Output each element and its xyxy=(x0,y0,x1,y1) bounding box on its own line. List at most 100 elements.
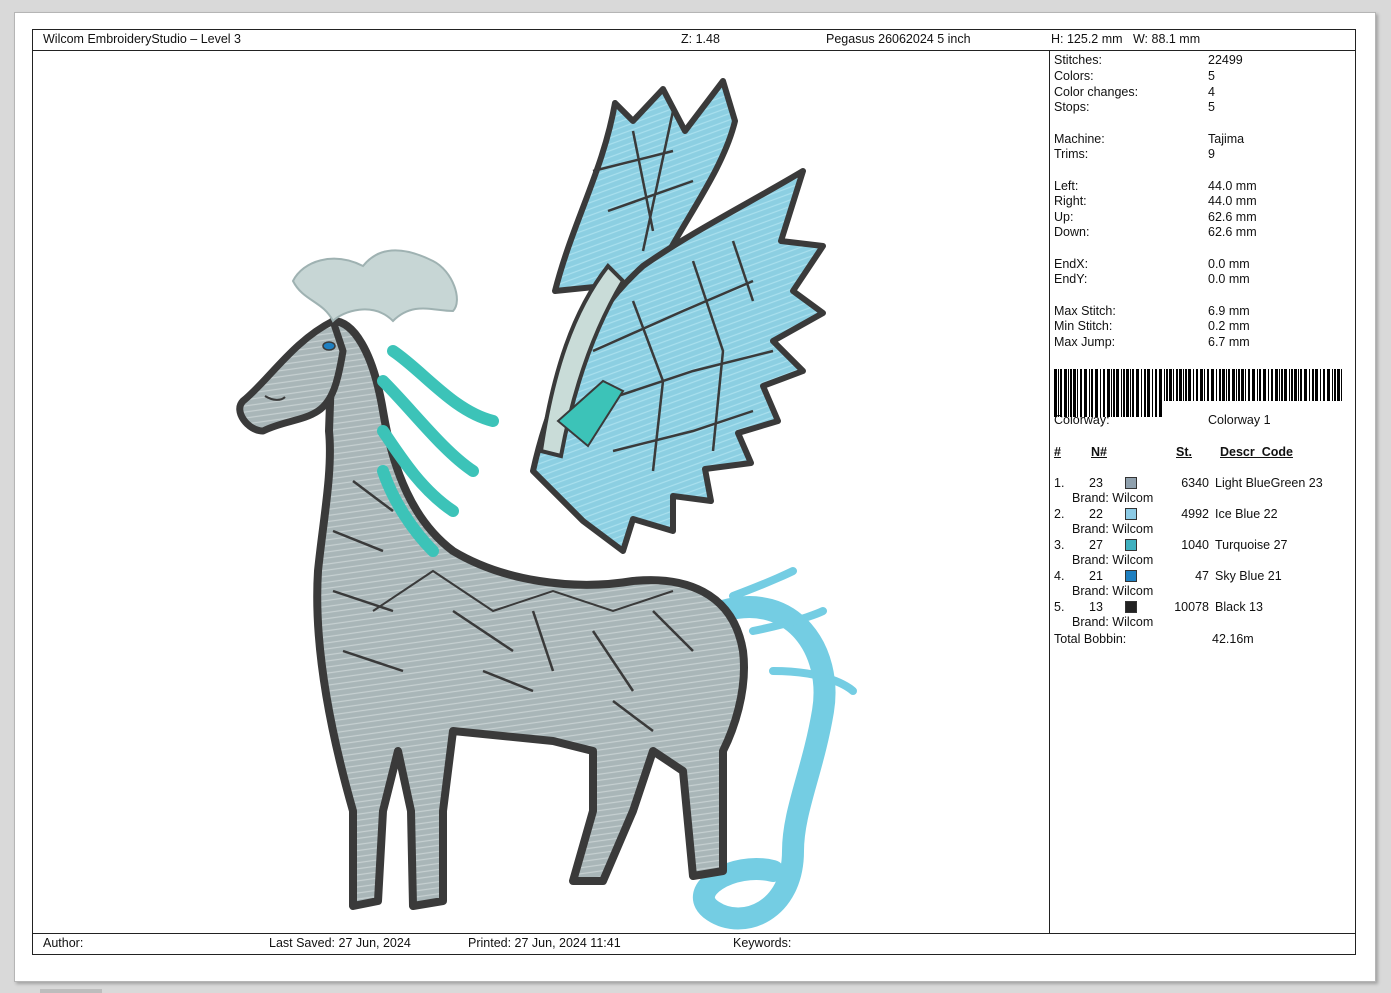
barcode-bar xyxy=(1068,369,1069,417)
endx-row: EndX: 0.0 mm xyxy=(1054,257,1250,271)
print-frame: Wilcom EmbroideryStudio – Level 3 Z: 1.4… xyxy=(32,29,1356,955)
color-description: Sky Blue 21 xyxy=(1215,569,1282,583)
barcode-bar xyxy=(1259,369,1261,401)
barcode-bar xyxy=(1248,369,1250,401)
color-stitch-count: 1040 xyxy=(1181,538,1209,552)
barcode-bar xyxy=(1159,369,1162,417)
last-saved: Last Saved: 27 Jun, 2024 xyxy=(269,936,411,950)
color-stitch-count: 6340 xyxy=(1181,476,1209,490)
barcode-bar xyxy=(1294,369,1297,401)
barcode-bar xyxy=(1132,369,1134,417)
col-header-stitches: St. xyxy=(1176,445,1192,459)
barcode-bar xyxy=(1054,369,1057,417)
barcode-bar xyxy=(1166,369,1168,401)
color-index: 5. xyxy=(1054,600,1065,614)
barcode-bar xyxy=(1164,369,1165,401)
barcode-bar xyxy=(1312,369,1314,401)
color-brand: Brand: Wilcom xyxy=(1072,522,1154,536)
author-label: Author: xyxy=(43,936,84,950)
color-brand: Brand: Wilcom xyxy=(1072,491,1154,505)
barcode-bar xyxy=(1232,369,1235,401)
down-row: Down: 62.6 mm xyxy=(1054,225,1257,239)
barcode-bar xyxy=(1121,369,1122,417)
barcode-bar xyxy=(1064,369,1067,417)
barcode-bar xyxy=(1144,369,1146,417)
barcode-bar xyxy=(1252,369,1255,401)
barcode-bar xyxy=(1216,369,1217,401)
barcode-bar xyxy=(1228,369,1230,401)
barcode-bar xyxy=(1284,369,1287,401)
color-brand-row: Brand: Wilcom xyxy=(1054,491,1349,506)
barcode-bar xyxy=(1073,369,1076,417)
barcode-bar xyxy=(1155,369,1157,417)
color-swatch xyxy=(1125,539,1137,551)
barcode-bar xyxy=(1103,369,1105,417)
barcode-bar xyxy=(1327,369,1330,401)
color-needle: 13 xyxy=(1089,600,1103,614)
keywords-label: Keywords: xyxy=(733,936,792,950)
barcode-bar xyxy=(1089,369,1090,417)
barcode-bar xyxy=(1207,369,1209,401)
barcode-bar xyxy=(1309,369,1310,401)
col-header-index: # xyxy=(1054,445,1061,459)
footer-bar: Author: Last Saved: 27 Jun, 2024 Printed… xyxy=(33,933,1355,954)
horizontal-scrollbar[interactable] xyxy=(40,989,102,993)
col-header-needle: N# xyxy=(1091,445,1107,459)
color-row: 4. 21 47 Sky Blue 21 xyxy=(1054,569,1349,584)
barcode-bar xyxy=(1271,369,1273,401)
barcode-bar xyxy=(1289,369,1290,401)
barcode-bar xyxy=(1281,369,1283,401)
color-description: Ice Blue 22 xyxy=(1215,507,1278,521)
barcode-bar xyxy=(1300,369,1302,401)
color-stitch-count: 10078 xyxy=(1174,600,1209,614)
barcode-bar xyxy=(1176,369,1178,401)
color-needle: 27 xyxy=(1089,538,1103,552)
barcode-bar xyxy=(1091,369,1093,417)
total-bobbin-row: Total Bobbin: 42.16m xyxy=(1054,632,1254,646)
barcode-bar xyxy=(1130,369,1131,417)
right-row: Right: 44.0 mm xyxy=(1054,194,1257,208)
barcode-bar xyxy=(1341,369,1342,401)
color-row: 3. 27 1040 Turquoise 27 xyxy=(1054,538,1349,553)
barcode-bar xyxy=(1257,369,1258,401)
color-brand-row: Brand: Wilcom xyxy=(1054,615,1349,630)
barcode-bar xyxy=(1111,369,1112,417)
color-row: 5. 13 10078 Black 13 xyxy=(1054,600,1349,615)
color-swatch xyxy=(1125,477,1137,489)
barcode-bar xyxy=(1204,369,1205,401)
barcode-bar xyxy=(1070,369,1072,417)
eye-icon xyxy=(322,341,336,351)
barcode-bar xyxy=(1279,369,1280,401)
barcode-bar xyxy=(1193,369,1194,401)
color-stitch-count: 4992 xyxy=(1181,507,1209,521)
barcode-bar xyxy=(1095,369,1098,417)
barcode-bar xyxy=(1169,369,1172,401)
color-row: 1. 23 6340 Light BlueGreen 23 xyxy=(1054,476,1349,491)
pegasus-embroidery-image xyxy=(236,78,857,930)
barcode-bar xyxy=(1219,369,1221,401)
color-swatch xyxy=(1125,570,1137,582)
barcode-bar xyxy=(1298,369,1299,401)
barcode-bar xyxy=(1173,369,1174,401)
print-preview-sheet: Wilcom EmbroideryStudio – Level 3 Z: 1.4… xyxy=(14,12,1376,982)
barcode-bar xyxy=(1236,369,1237,401)
col-header-descr: Descr_Code xyxy=(1220,445,1293,459)
color-needle: 21 xyxy=(1089,569,1103,583)
color-swatch xyxy=(1125,508,1137,520)
barcode-bar xyxy=(1152,369,1153,417)
barcode-bar xyxy=(1107,369,1110,417)
color-row: 2. 22 4992 Ice Blue 22 xyxy=(1054,507,1349,522)
barcode-bar xyxy=(1275,369,1278,401)
barcode-bar xyxy=(1179,369,1182,401)
barcode-bar xyxy=(1123,369,1125,417)
min-stitch-row: Min Stitch: 0.2 mm xyxy=(1054,319,1250,333)
color-needle: 22 xyxy=(1089,507,1103,521)
colors-row: Colors: 5 xyxy=(1054,69,1215,83)
barcode-bar xyxy=(1332,369,1333,401)
color-description: Black 13 xyxy=(1215,600,1263,614)
barcode-bar xyxy=(1196,369,1198,401)
color-description: Turquoise 27 xyxy=(1215,538,1288,552)
barcode-bar xyxy=(1304,369,1307,401)
up-row: Up: 62.6 mm xyxy=(1054,210,1257,224)
color-index: 3. xyxy=(1054,538,1065,552)
